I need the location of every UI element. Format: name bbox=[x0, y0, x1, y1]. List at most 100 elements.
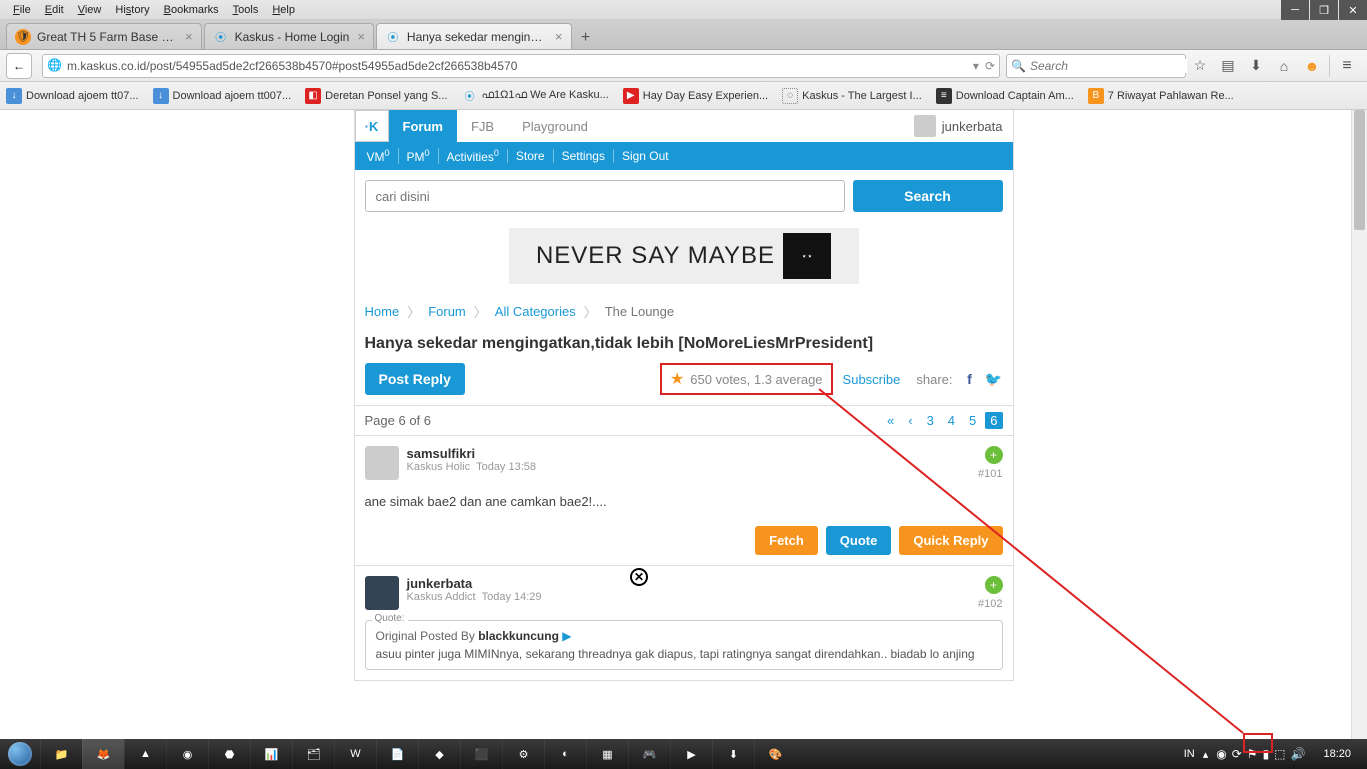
task-app[interactable]: ◉ bbox=[166, 739, 208, 769]
bookmark-5[interactable]: ◌Kaskus - The Largest I... bbox=[782, 88, 922, 104]
url-input[interactable] bbox=[67, 59, 973, 73]
tab-2-active[interactable]: ⦿ Hanya sekedar mengingat... × bbox=[376, 23, 572, 49]
reload-icon[interactable]: ⟳ bbox=[985, 59, 995, 73]
viewport-scrollbar[interactable] bbox=[1351, 110, 1367, 739]
tab-0[interactable]: 🛡 Great TH 5 Farm Base base ... × bbox=[6, 23, 202, 49]
taskbar-clock[interactable]: 18:20 bbox=[1313, 748, 1361, 760]
menu-tools[interactable]: Tools bbox=[226, 4, 266, 16]
play-icon[interactable]: ▶ bbox=[562, 629, 571, 643]
subnav-pm[interactable]: PM0 bbox=[398, 148, 438, 164]
nav-playground[interactable]: Playground bbox=[508, 110, 602, 142]
url-bar[interactable]: 🌐 ▾ ⟳ bbox=[42, 54, 1000, 78]
page-first[interactable]: « bbox=[882, 412, 899, 429]
dropdown-icon[interactable]: ▾ bbox=[973, 59, 979, 73]
bookmark-0[interactable]: ↓Download ajoem tt07... bbox=[6, 88, 139, 104]
task-app[interactable]: 🎮 bbox=[628, 739, 670, 769]
task-app[interactable]: ⚙ bbox=[502, 739, 544, 769]
search-button[interactable]: Search bbox=[853, 180, 1003, 212]
close-icon[interactable]: × bbox=[555, 29, 563, 44]
task-app[interactable]: ◆ bbox=[418, 739, 460, 769]
task-idm[interactable]: ⬇ bbox=[712, 739, 754, 769]
download-icon[interactable]: ⬇ bbox=[1245, 55, 1267, 77]
menu-help[interactable]: Help bbox=[265, 4, 302, 16]
start-button[interactable] bbox=[0, 739, 40, 769]
task-app[interactable]: ⬣ bbox=[208, 739, 250, 769]
tray-expand-icon[interactable]: ▴ bbox=[1203, 748, 1209, 761]
nav-user[interactable]: junkerbata bbox=[914, 110, 1013, 142]
post-username[interactable]: junkerbata bbox=[407, 576, 542, 591]
page-4[interactable]: 4 bbox=[943, 412, 960, 429]
quote-button[interactable]: Quote bbox=[826, 526, 892, 555]
menu-bookmarks[interactable]: Bookmarks bbox=[157, 4, 226, 16]
subnav-vm[interactable]: VM0 bbox=[359, 148, 398, 164]
task-app[interactable]: ▲ bbox=[124, 739, 166, 769]
bookmark-7[interactable]: B7 Riwayat Pahlawan Re... bbox=[1088, 88, 1234, 104]
scrollbar-thumb[interactable] bbox=[1354, 110, 1365, 230]
volume-icon[interactable]: 🔊 bbox=[1291, 747, 1306, 761]
menu-file[interactable]: File bbox=[6, 4, 38, 16]
bookmark-2[interactable]: ◧Deretan Ponsel yang S... bbox=[305, 88, 447, 104]
task-app[interactable]: 🗂 bbox=[292, 739, 334, 769]
avatar[interactable] bbox=[365, 576, 399, 610]
task-app[interactable]: ▦ bbox=[586, 739, 628, 769]
reading-list-icon[interactable]: ▤ bbox=[1217, 55, 1239, 77]
subscribe-link[interactable]: Subscribe bbox=[843, 372, 901, 387]
window-restore-button[interactable]: ❐ bbox=[1310, 0, 1338, 20]
task-mediaplayer[interactable]: ▶ bbox=[670, 739, 712, 769]
task-app[interactable]: ◐ bbox=[544, 739, 586, 769]
post-reply-button[interactable]: Post Reply bbox=[365, 363, 465, 395]
ad-close-icon[interactable]: ✕ bbox=[630, 568, 648, 586]
bc-home[interactable]: Home bbox=[365, 304, 400, 319]
close-icon[interactable]: × bbox=[185, 29, 193, 44]
post-number[interactable]: #102 bbox=[978, 598, 1002, 610]
tab-1[interactable]: ⦿ Kaskus - Home Login × bbox=[204, 23, 374, 49]
ad-banner[interactable]: NEVER SAY MAYBE ⋆⋆ bbox=[509, 228, 859, 284]
task-firefox[interactable]: 🦊 bbox=[82, 739, 124, 769]
language-indicator[interactable]: IN bbox=[1184, 748, 1195, 760]
tray-icon[interactable]: ⟳ bbox=[1232, 747, 1242, 761]
back-button[interactable]: ← bbox=[6, 53, 32, 79]
subnav-activities[interactable]: Activities0 bbox=[438, 148, 507, 164]
twitter-icon[interactable]: 🐦 bbox=[985, 370, 1003, 388]
tray-icon[interactable]: ◉ bbox=[1216, 747, 1226, 761]
post-number[interactable]: #101 bbox=[978, 468, 1002, 480]
add-reputation-icon[interactable]: + bbox=[985, 446, 1003, 464]
bc-all[interactable]: All Categories bbox=[495, 304, 576, 319]
search-input[interactable] bbox=[365, 180, 845, 212]
close-icon[interactable]: × bbox=[357, 29, 365, 44]
search-input[interactable] bbox=[1030, 59, 1187, 73]
subnav-settings[interactable]: Settings bbox=[553, 149, 613, 163]
smiley-icon[interactable]: ☻ bbox=[1301, 55, 1323, 77]
subnav-signout[interactable]: Sign Out bbox=[613, 149, 677, 163]
bookmark-4[interactable]: ▶Hay Day Easy Experien... bbox=[623, 88, 768, 104]
task-app[interactable]: 📊 bbox=[250, 739, 292, 769]
menu-history[interactable]: History bbox=[108, 4, 156, 16]
task-word[interactable]: W bbox=[334, 739, 376, 769]
quick-reply-button[interactable]: Quick Reply bbox=[899, 526, 1002, 555]
search-bar[interactable]: 🔍 bbox=[1006, 54, 1186, 78]
tray-icon[interactable]: ⚑ bbox=[1247, 747, 1258, 761]
post-username[interactable]: samsulfikri bbox=[407, 446, 537, 461]
subnav-store[interactable]: Store bbox=[507, 149, 553, 163]
avatar[interactable] bbox=[365, 446, 399, 480]
facebook-icon[interactable]: f bbox=[961, 370, 979, 388]
add-reputation-icon[interactable]: + bbox=[985, 576, 1003, 594]
tray-icon[interactable]: ⬚ bbox=[1274, 747, 1285, 761]
kaskus-logo[interactable]: ·K bbox=[355, 110, 389, 142]
bookmark-6[interactable]: ≡Download Captain Am... bbox=[936, 88, 1074, 104]
task-paint[interactable]: 🎨 bbox=[754, 739, 796, 769]
fetch-button[interactable]: Fetch bbox=[755, 526, 818, 555]
bookmark-star-icon[interactable]: ☆ bbox=[1189, 55, 1211, 77]
menu-icon[interactable]: ≡ bbox=[1336, 55, 1358, 77]
bc-forum[interactable]: Forum bbox=[428, 304, 466, 319]
task-foxit[interactable]: 📄 bbox=[376, 739, 418, 769]
menu-edit[interactable]: Edit bbox=[38, 4, 71, 16]
menu-view[interactable]: View bbox=[71, 4, 109, 16]
bookmark-3[interactable]: ⦿ഫ1Ω1ഫ We Are Kasku... bbox=[461, 88, 608, 104]
task-explorer[interactable]: 📁 bbox=[40, 739, 82, 769]
bookmark-1[interactable]: ↓Download ajoem tt007... bbox=[153, 88, 292, 104]
home-icon[interactable]: ⌂ bbox=[1273, 55, 1295, 77]
nav-fjb[interactable]: FJB bbox=[457, 110, 508, 142]
page-prev[interactable]: ‹ bbox=[903, 412, 917, 429]
task-app[interactable]: ⬛ bbox=[460, 739, 502, 769]
